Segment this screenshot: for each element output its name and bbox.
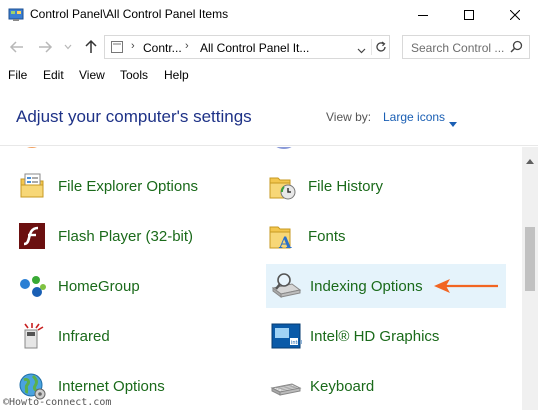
navigation-bar: › Contr... › All Control Panel It... Sea… <box>0 30 538 64</box>
menu-bar: File Edit View Tools Help <box>0 64 538 86</box>
item-label: Flash Player (32-bit) <box>58 227 194 245</box>
minimize-button[interactable] <box>400 0 446 30</box>
chevron-down-icon <box>64 44 72 50</box>
menu-file[interactable]: File <box>8 68 27 82</box>
breadcrumb-separator-icon[interactable]: › <box>185 40 189 52</box>
menu-tools[interactable]: Tools <box>120 68 148 82</box>
refresh-button[interactable] <box>371 39 389 55</box>
infrared-icon <box>16 320 48 352</box>
watermark: ©Howto-connect.com <box>3 397 112 408</box>
maximize-icon <box>464 10 474 20</box>
minimize-icon <box>418 15 428 16</box>
folder-icon <box>110 40 124 59</box>
item-label: HomeGroup <box>58 277 140 295</box>
view-by-label: View by: <box>326 110 372 124</box>
address-bar[interactable]: › Contr... › All Control Panel It... <box>104 35 390 59</box>
item-keyboard[interactable]: Keyboard <box>266 364 506 408</box>
search-placeholder: Search Control ... <box>411 41 505 55</box>
back-button[interactable] <box>8 38 26 56</box>
window-title: Control Panel\All Control Panel Items <box>30 7 229 21</box>
chevron-down-icon <box>357 48 366 54</box>
menu-help[interactable]: Help <box>164 68 189 82</box>
item-label: File Explorer Options <box>58 177 199 195</box>
search-icon[interactable] <box>510 40 523 58</box>
item-homegroup[interactable]: HomeGroup <box>16 264 246 308</box>
intel-graphics-icon: intel <box>270 320 302 352</box>
keyboard-icon <box>270 370 302 402</box>
item-file-explorer-options[interactable]: File Explorer Options <box>16 164 246 208</box>
up-button[interactable] <box>82 38 100 56</box>
item-fonts[interactable]: A Fonts <box>266 214 506 258</box>
item-label: Internet Options <box>58 377 165 395</box>
forward-arrow-icon <box>39 41 53 53</box>
up-arrow-icon <box>85 39 97 53</box>
item-label: Infrared <box>58 327 110 345</box>
annotation-arrow-icon <box>432 277 500 300</box>
refresh-icon <box>375 41 386 52</box>
breadcrumb-all-items[interactable]: All Control Panel It... <box>200 41 309 55</box>
fonts-icon: A <box>266 220 298 252</box>
item-intel-hd-graphics[interactable]: intel Intel® HD Graphics <box>266 314 506 358</box>
maximize-button[interactable] <box>446 0 492 30</box>
menu-edit[interactable]: Edit <box>43 68 64 82</box>
caret-down-icon[interactable] <box>449 114 457 132</box>
item-flash-player[interactable]: Flash Player (32-bit) <box>16 214 246 258</box>
item-file-history[interactable]: File History <box>266 164 506 208</box>
vertical-scrollbar[interactable] <box>522 147 538 410</box>
item-label: Fonts <box>308 227 346 245</box>
address-dropdown-button[interactable] <box>357 42 366 60</box>
item-label: Intel® HD Graphics <box>310 327 440 345</box>
breadcrumb-separator-icon: › <box>131 40 135 52</box>
item-label: Indexing Options <box>310 277 423 295</box>
homegroup-icon <box>16 270 48 302</box>
content-header: Adjust your computer's settings View by:… <box>0 88 538 146</box>
scroll-up-arrow-icon[interactable] <box>526 151 534 169</box>
forward-button[interactable] <box>36 38 54 56</box>
svg-text:intel: intel <box>291 340 302 346</box>
partial-item-icon <box>272 147 296 156</box>
recent-locations-button[interactable] <box>62 38 74 56</box>
page-title: Adjust your computer's settings <box>16 107 252 126</box>
svg-text:A: A <box>278 233 292 252</box>
item-label: File History <box>308 177 384 195</box>
close-button[interactable] <box>492 0 538 30</box>
flash-player-icon <box>16 220 48 252</box>
indexing-options-icon <box>270 270 302 302</box>
item-label: Keyboard <box>310 377 375 395</box>
breadcrumb-control-panel[interactable]: Contr... <box>143 41 182 55</box>
view-by-dropdown[interactable]: Large icons <box>383 110 445 124</box>
control-panel-icon <box>8 7 24 23</box>
partial-item-icon <box>22 147 42 157</box>
search-box[interactable]: Search Control ... <box>402 35 530 59</box>
file-explorer-options-icon <box>16 170 48 202</box>
back-arrow-icon <box>9 41 23 53</box>
menu-view[interactable]: View <box>79 68 105 82</box>
control-panel-items: File Explorer Options File History Flash… <box>0 147 522 410</box>
close-icon <box>510 10 520 20</box>
title-bar: Control Panel\All Control Panel Items <box>0 0 538 30</box>
file-history-icon <box>266 170 298 202</box>
scrollbar-thumb[interactable] <box>525 227 535 291</box>
item-infrared[interactable]: Infrared <box>16 314 246 358</box>
